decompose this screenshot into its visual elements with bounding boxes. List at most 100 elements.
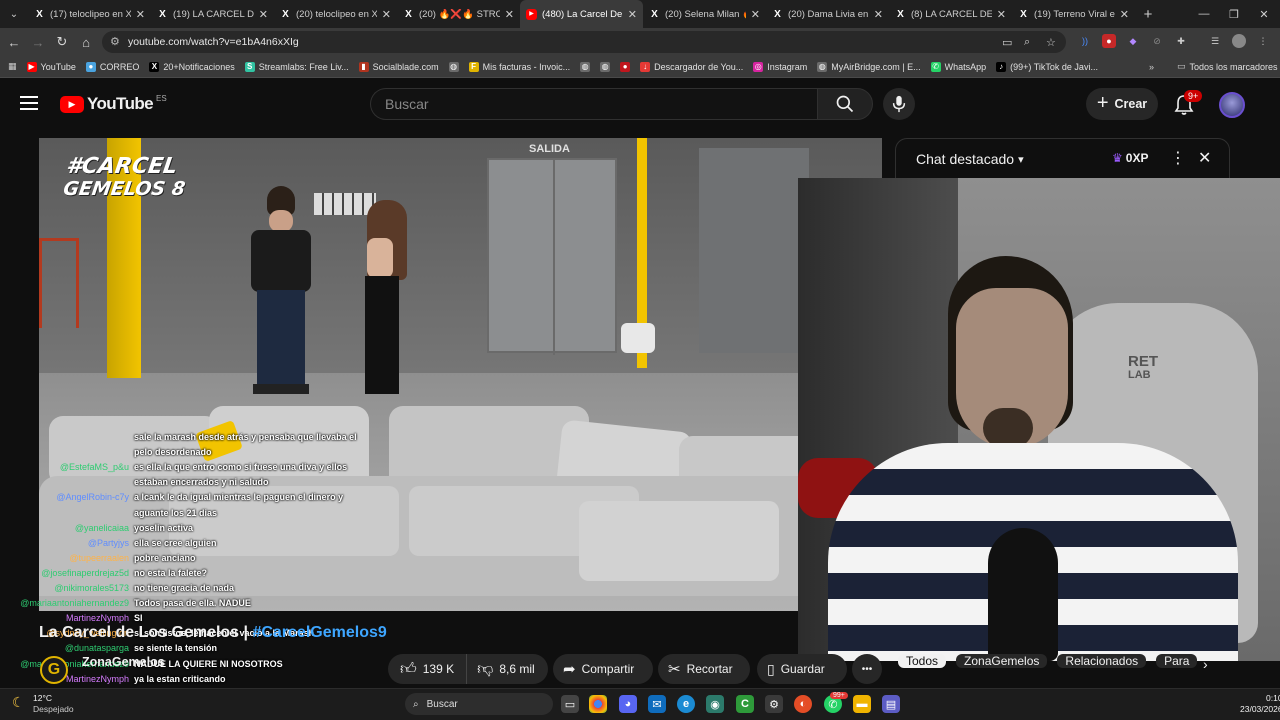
taskbar-search[interactable]: ⌕ Buscar [405, 693, 553, 715]
more-options-icon[interactable]: ⋮ [1170, 148, 1186, 168]
extension-icon[interactable]: ◆ [1126, 34, 1140, 48]
guide-menu-icon[interactable] [20, 94, 38, 110]
browser-tab[interactable]: X (20) 🔥❌🔥 STRONG ✕ [397, 0, 520, 28]
close-tab-icon[interactable]: ✕ [505, 8, 514, 21]
bookmark-item[interactable]: ✆ WhatsApp [926, 61, 992, 72]
bookmark-item[interactable]: ↓ Descargador de You... [635, 61, 748, 72]
chip-for-you[interactable]: Para [1156, 654, 1198, 668]
bookmark-star-icon[interactable]: ☆ [1046, 36, 1056, 49]
chip-zonagemelos[interactable]: ZonaGemelos [956, 654, 1048, 668]
camtasia-icon[interactable]: C [736, 695, 754, 713]
browser-tab[interactable]: X (19) Terreno Viral en ✕ [1012, 0, 1135, 28]
windows-start-icon[interactable] [381, 696, 397, 712]
zoom-icon[interactable]: ⌕ [1024, 36, 1030, 49]
network-app-icon[interactable]: ◉ [706, 695, 724, 713]
back-button[interactable]: ← [2, 30, 26, 54]
search-input[interactable]: Buscar [370, 88, 818, 120]
site-info-icon[interactable]: ⚙ [110, 35, 120, 48]
voice-search-button[interactable] [883, 88, 915, 120]
bookmark-item[interactable]: ▶ YouTube [22, 61, 81, 72]
video-hashtag-link[interactable]: #CarcelGemelos9 [252, 624, 386, 641]
bookmark-item[interactable]: ♪ (99+) TikTok de Javi... [991, 61, 1103, 72]
tab-search-button[interactable]: ⌄ [0, 0, 28, 28]
chat-username[interactable]: MartinezNymph [66, 613, 129, 624]
browser-tab[interactable]: ▶ (480) La Carcel De Lo ✕ [520, 0, 643, 28]
chevron-right-icon[interactable]: › [1203, 656, 1208, 672]
channel-name[interactable]: ZonaGemelos [82, 655, 165, 669]
browser-menu-icon[interactable]: ⋮ [1256, 34, 1270, 48]
browser-tab[interactable]: X (20) Dama Livia en X ✕ [766, 0, 889, 28]
chip-related[interactable]: Relacionados [1057, 654, 1147, 668]
apps-grid-icon[interactable]: ▦ [0, 61, 22, 72]
discord-icon[interactable]: ◕ [619, 695, 637, 713]
account-avatar[interactable] [1219, 92, 1245, 118]
browser-tab[interactable]: X (8) LA CARCEL DE LOS ✕ [889, 0, 1012, 28]
search-button[interactable] [817, 88, 873, 120]
address-bar[interactable]: ⚙ youtube.com/watch?v=e1bA4n6xXIg ▭ ⌕ ☆ [102, 31, 1066, 53]
reload-button[interactable]: ↻ [50, 30, 74, 54]
minimize-button[interactable]: — [1188, 0, 1220, 28]
notifications-button[interactable]: 9+ [1172, 90, 1203, 116]
bookmark-item[interactable]: ▮ Socialblade.com [354, 61, 444, 72]
extensions-puzzle-icon[interactable]: ✚ [1174, 34, 1188, 48]
close-tab-icon[interactable]: ✕ [382, 8, 391, 21]
create-button[interactable]: + Crear [1086, 88, 1158, 120]
weather-icon[interactable]: ☾ [12, 694, 25, 711]
close-tab-icon[interactable]: ✕ [1120, 8, 1129, 21]
bookmark-item[interactable]: ● [615, 61, 635, 72]
browser-tab[interactable]: X (19) LA CARCEL DE LOS ✕ [151, 0, 274, 28]
bookmark-item[interactable]: ◍ [595, 61, 615, 72]
new-tab-button[interactable]: + [1135, 0, 1161, 28]
browser-tab[interactable]: X (20) teloclipeo en X: ✕ [274, 0, 397, 28]
close-tab-icon[interactable]: ✕ [136, 8, 145, 21]
file-explorer-icon[interactable]: ▬ [853, 695, 871, 713]
chat-username[interactable]: @dunatasparga [65, 643, 129, 654]
bookmark-item[interactable]: F Mis facturas - Invoic... [464, 61, 576, 72]
profile-avatar[interactable] [1232, 34, 1246, 48]
save-button[interactable]: ▯ Guardar [757, 654, 847, 684]
chat-username[interactable]: @EstefaMS_p&u [60, 462, 129, 473]
weather-widget[interactable]: 12°C Despejado [33, 693, 74, 715]
close-tab-icon[interactable]: ✕ [751, 8, 760, 21]
bookmark-item[interactable]: ◍ [444, 61, 464, 72]
app-icon[interactable]: ▤ [882, 695, 900, 713]
close-window-button[interactable]: ✕ [1248, 0, 1280, 28]
chat-username[interactable]: @AngelRobin-c7y [56, 492, 129, 503]
bookmark-item[interactable]: ◎ Instagram [748, 61, 812, 72]
more-bookmarks-icon[interactable]: » [1144, 62, 1159, 72]
close-tab-icon[interactable]: ✕ [259, 8, 268, 21]
chat-username[interactable]: @mariaantoniahernandez9 [20, 598, 129, 609]
bookmark-item[interactable]: ◍ [575, 61, 595, 72]
extension-icon[interactable]: )) [1078, 34, 1092, 48]
browser-tab[interactable]: X (20) Selena Milan 🔥 ✕ [643, 0, 766, 28]
restore-button[interactable]: ❐ [1218, 0, 1250, 28]
cast-icon[interactable]: ▭ [1002, 36, 1012, 49]
chrome-icon[interactable] [589, 695, 607, 713]
app-icon[interactable]: ◐ [794, 695, 812, 713]
more-actions-button[interactable]: ••• [852, 654, 882, 684]
reading-list-icon[interactable]: ☰ [1208, 34, 1222, 48]
task-view-icon[interactable]: ▭ [561, 695, 579, 713]
settings-gear-icon[interactable]: ⚙ [765, 695, 783, 713]
chip-all[interactable]: Todos [898, 654, 947, 668]
like-button[interactable]: 👍︎ 139 K [388, 654, 468, 684]
dislike-button[interactable]: 👎︎ 8,6 mil [467, 654, 545, 684]
chat-username[interactable]: @nikimorales5173 [54, 583, 129, 594]
chat-mode-dropdown[interactable]: Chat destacado ▾ [916, 151, 1024, 167]
channel-avatar[interactable]: G [40, 656, 68, 684]
chat-username[interactable]: @josefinaperdrejaz5d [41, 568, 129, 579]
youtube-logo[interactable]: ▶ YouTube ES [60, 94, 167, 114]
extension-icon[interactable]: ⊘ [1150, 34, 1164, 48]
chat-username[interactable]: @yanelicaiaa [75, 523, 129, 534]
home-button[interactable]: ⌂ [74, 30, 98, 54]
bookmark-item[interactable]: ● CORREO [81, 61, 145, 72]
browser-tab[interactable]: X (17) teloclipeo en X: ✕ [28, 0, 151, 28]
xp-badge[interactable]: ♛ 0XP [1112, 151, 1148, 165]
bookmark-item[interactable]: ◍ MyAirBridge.com | E... [812, 61, 925, 72]
all-bookmarks-folder[interactable]: ▭ Todos los marcadores [1172, 61, 1280, 72]
close-chat-icon[interactable]: ✕ [1198, 148, 1211, 168]
bookmark-item[interactable]: S Streamlabs: Free Liv... [240, 61, 354, 72]
forward-button[interactable]: → [26, 30, 50, 54]
system-clock[interactable]: 0:10 23/03/2026 [1240, 693, 1280, 715]
chat-username[interactable]: MartinezNymph [66, 674, 129, 685]
